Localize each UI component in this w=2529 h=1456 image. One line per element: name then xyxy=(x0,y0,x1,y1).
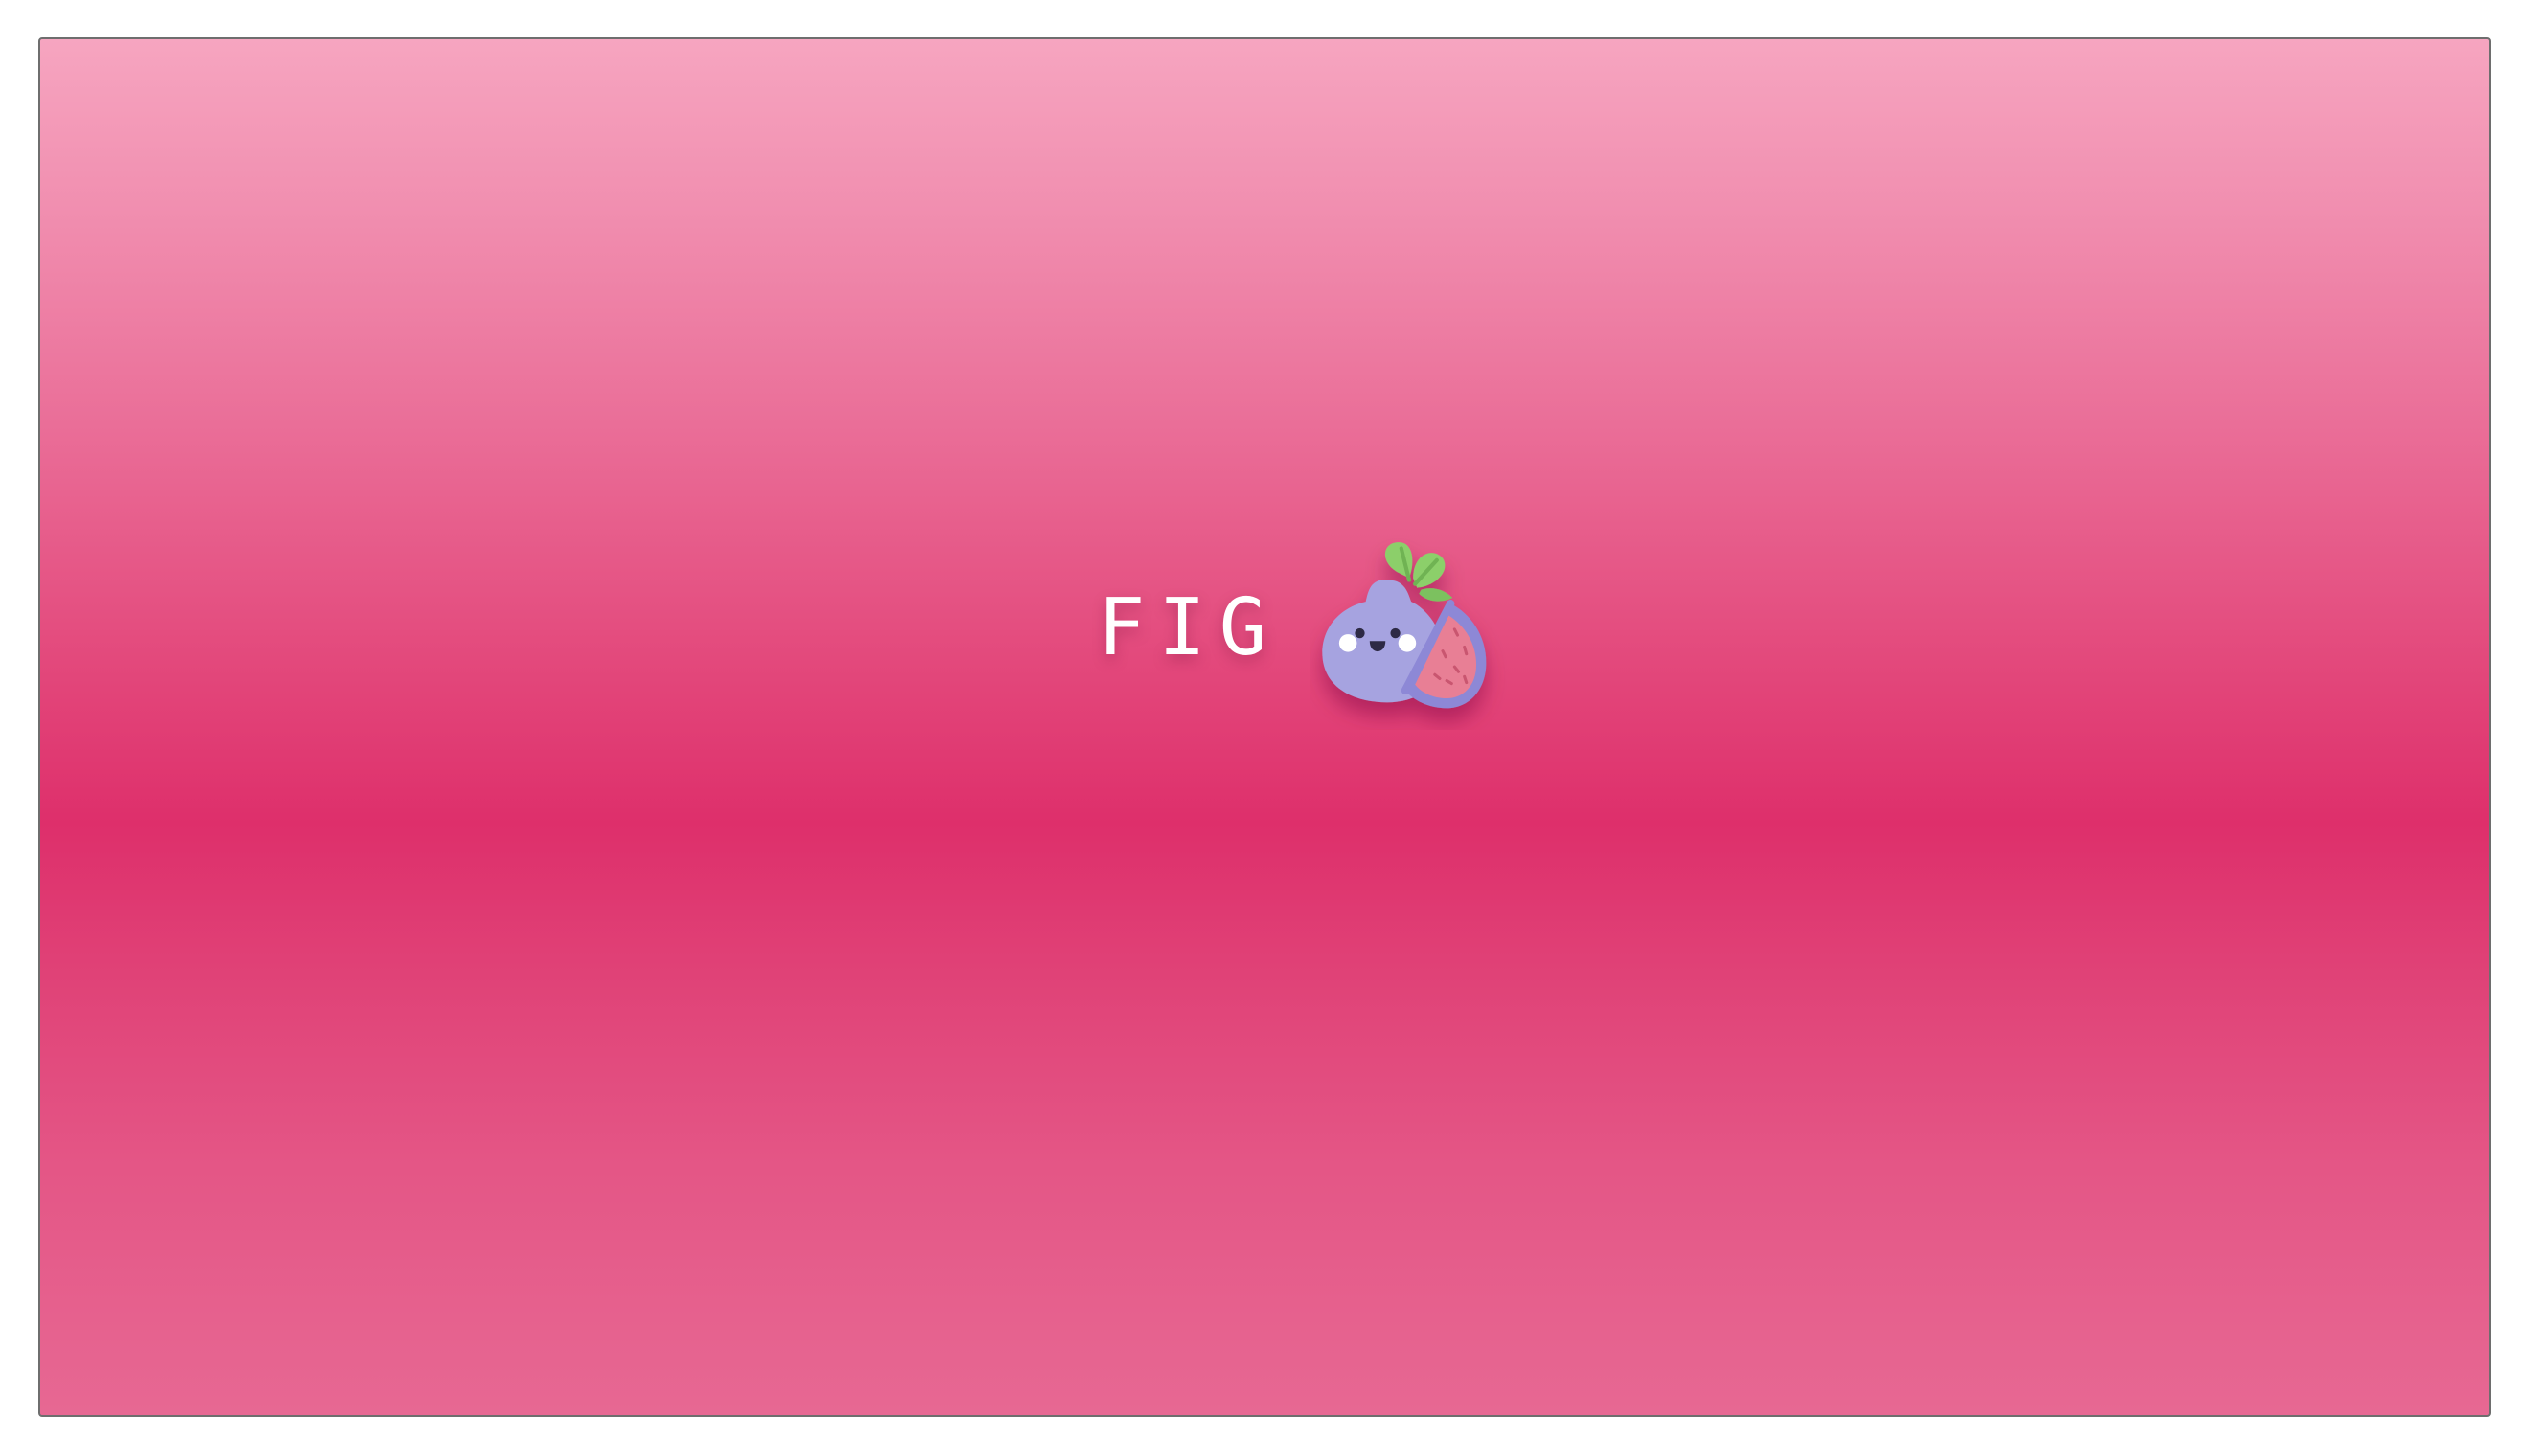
app-logo: FIG xyxy=(1098,512,1508,751)
app-name: FIG xyxy=(1098,582,1281,673)
fig-mascot-icon xyxy=(1322,542,1487,709)
splash-screen: FIG xyxy=(38,37,2491,1417)
